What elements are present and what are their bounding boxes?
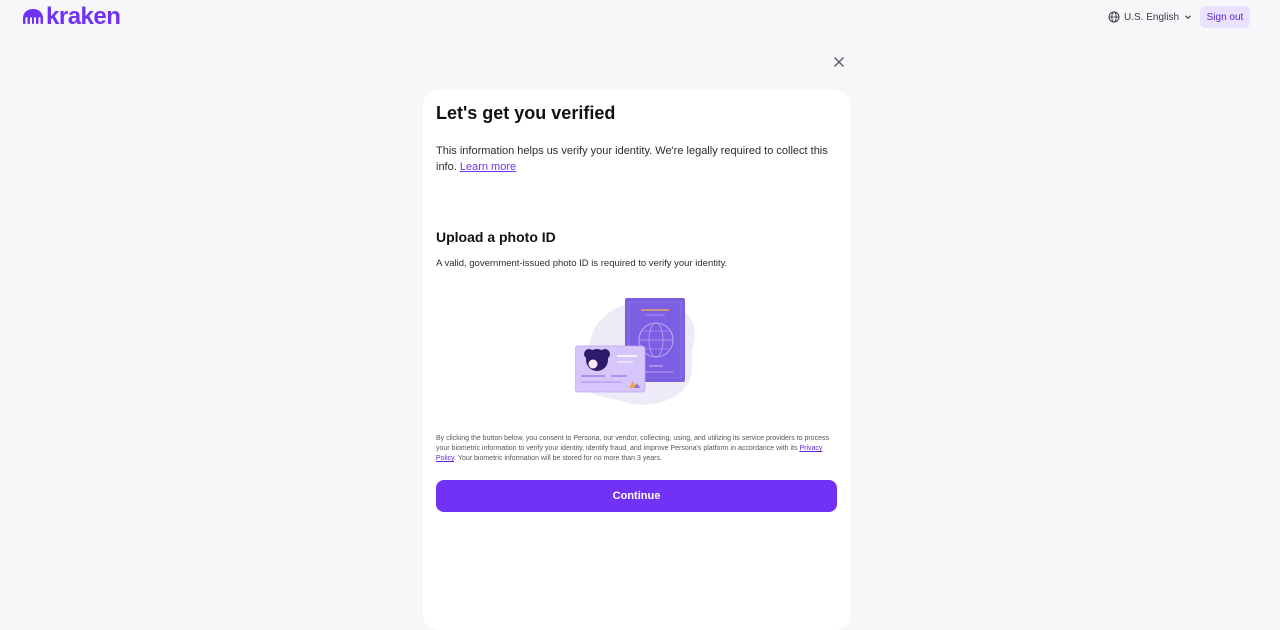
globe-icon [1108,11,1120,23]
language-selector[interactable]: U.S. English [1108,9,1193,25]
consent-text-after: . Your biometric information will be sto… [454,455,662,462]
section-title: Upload a photo ID [436,229,556,245]
kraken-logo-icon [23,9,43,25]
top-bar: kraken U.S. English Sign out [0,0,1280,36]
chevron-down-icon [1185,15,1191,20]
logo-text: kraken [46,3,121,30]
consent-text-before: By clicking the button below, you consen… [436,435,829,452]
verification-card: Let's get you verified This information … [423,90,850,630]
intro-text: This information helps us verify your id… [436,143,836,175]
learn-more-link[interactable]: Learn more [460,161,516,173]
close-button[interactable] [831,54,847,70]
biometric-consent-text: By clicking the button below, you consen… [436,434,836,464]
sign-out-button[interactable]: Sign out [1200,6,1250,28]
language-label: U.S. English [1124,11,1180,23]
page-title: Let's get you verified [436,103,616,123]
photo-id-illustration [575,298,695,405]
close-icon [834,57,844,67]
continue-button[interactable]: Continue [436,480,837,512]
kraken-logo[interactable]: kraken [22,3,121,30]
section-description: A valid, government-issued photo ID is r… [436,258,728,269]
